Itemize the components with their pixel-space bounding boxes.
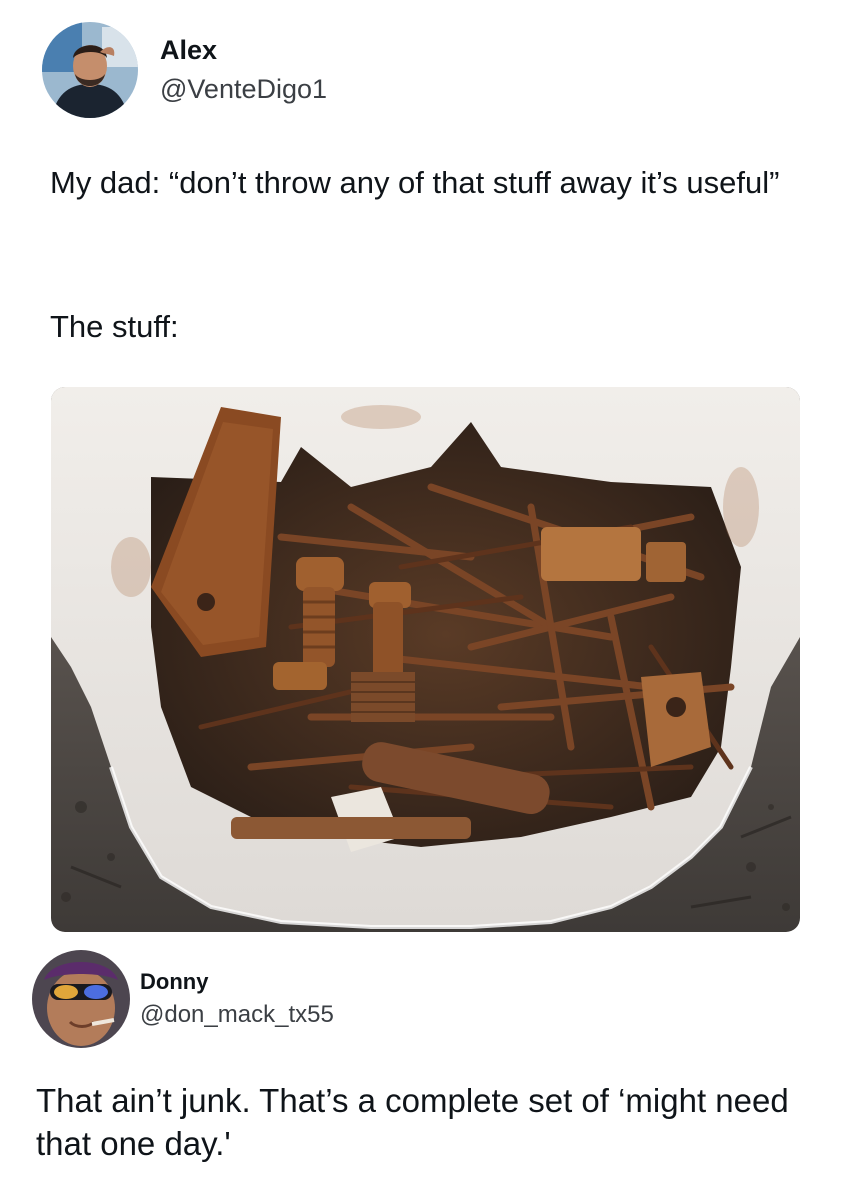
post2-author-names: Donny @don_mack_tx55 — [140, 969, 334, 1029]
post1-text-caption: The stuff: — [50, 309, 179, 344]
person-avatar-icon — [42, 22, 138, 118]
post2-handle[interactable]: @don_mack_tx55 — [140, 1001, 334, 1029]
person-avatar-icon — [32, 950, 130, 1048]
post1-avatar[interactable] — [42, 22, 138, 118]
post1-text: My dad: “don’t throw any of that stuff a… — [50, 165, 780, 200]
post2-avatar[interactable] — [32, 950, 130, 1048]
post2-display-name[interactable]: Donny — [140, 969, 334, 995]
junk-container-image-icon — [51, 387, 800, 932]
post1-photo[interactable] — [51, 387, 800, 932]
post1-author-names: Alex @VenteDigo1 — [160, 35, 327, 105]
post2-text: That ain’t junk. That’s a complete set o… — [36, 1082, 798, 1162]
post1-handle[interactable]: @VenteDigo1 — [160, 74, 327, 105]
post1-display-name[interactable]: Alex — [160, 35, 327, 66]
post1-header: Alex @VenteDigo1 — [42, 22, 327, 118]
post2-header: Donny @don_mack_tx55 — [32, 950, 334, 1048]
